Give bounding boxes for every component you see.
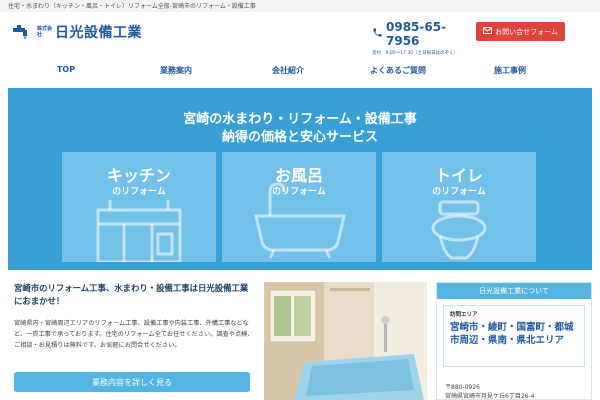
logo-company-type: 株式会社 <box>37 26 53 38</box>
contact-form-label: お問い合せフォーム <box>495 27 558 36</box>
nav-item-works[interactable]: 施工事例 <box>470 65 550 76</box>
company-info-panel: 日光設備工業について 訪問エリア 宮崎市・綾町・国富町・都城市周辺・県南・県北エ… <box>436 282 592 400</box>
hero-title-line2: 納得の価格と安心サービス <box>221 130 378 145</box>
services-detail-button[interactable]: 業務内容を詳しく見る <box>14 372 250 392</box>
toilet-reform-card[interactable]: トイレ のリフォーム <box>382 152 536 262</box>
kitchen-card-subtitle: のリフォーム <box>112 187 166 197</box>
top-bar-text: 住宅・水まわり（キッチン・風呂・トイレ）リフォーム全般-宮崎市のリフォーム・設備… <box>8 3 256 10</box>
postal-code: 〒880-0926 <box>445 384 480 391</box>
service-area-text: 宮崎市・綾町・国富町・都城市周辺・県南・県北エリア <box>450 322 574 346</box>
bath-reform-card[interactable]: お風呂 のリフォーム <box>222 152 376 262</box>
kitchen-reform-card[interactable]: キッチン のリフォーム <box>62 152 216 262</box>
nav-item-company[interactable]: 会社紹介 <box>248 65 328 76</box>
bathroom-photo <box>264 282 427 400</box>
phone-number[interactable]: 0985-65-7956 <box>386 20 472 48</box>
site-logo[interactable]: 株式会社 日光設備工業 <box>12 22 142 42</box>
service-area-box: 訪問エリア 宮崎市・綾町・国富町・都城市周辺・県南・県北エリア <box>443 305 585 367</box>
top-bar: 住宅・水まわり（キッチン・風呂・トイレ）リフォーム全般-宮崎市のリフォーム・設備… <box>0 0 600 12</box>
logo-company-name: 日光設備工業 <box>55 25 142 41</box>
nav-item-services[interactable]: 業務案内 <box>136 65 216 76</box>
nav-item-top[interactable]: TOP <box>26 65 106 74</box>
site-header: 株式会社 日光設備工業 0985-65-7956 受付：9:00〜17:30（土… <box>0 12 600 56</box>
intro-body: 宮崎県内・宮崎周辺エリアのリフォーム工事、設備工事や内装工事、外構工事などなど、… <box>14 320 254 349</box>
company-address: 宮崎県宮崎市月見ケ丘6丁目26-4 <box>445 393 535 400</box>
toilet-card-subtitle: のリフォーム <box>432 187 486 197</box>
toilet-card-title: トイレ <box>434 166 483 185</box>
bath-card-title: お風呂 <box>274 166 323 185</box>
intro-headline: 宮崎市のリフォーム工事、水まわり・設備工事は日光設備工業におまかせ！ <box>14 283 249 306</box>
business-hours: 受付：9:00〜17:30（土日祝日はのぞく） <box>372 51 459 56</box>
phone-block: 0985-65-7956 受付：9:00〜17:30（土日祝日はのぞく） <box>372 20 472 56</box>
faucet-logo-icon <box>12 25 34 39</box>
mail-icon <box>483 27 495 36</box>
hero-title-line1: 宮崎の水まわり・リフォーム・設備工事 <box>183 112 417 127</box>
nav-item-faq[interactable]: よくあるご質問 <box>358 65 438 76</box>
kitchen-card-title: キッチン <box>106 166 171 185</box>
bath-card-subtitle: のリフォーム <box>272 187 326 197</box>
hero-banner: 宮崎の水まわり・リフォーム・設備工事 納得の価格と安心サービス キッチン のリフ… <box>8 88 592 270</box>
service-area-label: 訪問エリア <box>450 312 478 318</box>
intro-section: 宮崎市のリフォーム工事、水まわり・設備工事は日光設備工業におまかせ！ 宮崎県内・… <box>14 282 254 351</box>
company-info-title: 日光設備工業について <box>437 283 591 299</box>
main-nav: TOP 業務案内 会社紹介 よくあるご質問 施工事例 <box>0 57 600 85</box>
contact-form-button[interactable]: お問い合せフォーム <box>476 22 565 41</box>
phone-icon <box>372 27 386 41</box>
